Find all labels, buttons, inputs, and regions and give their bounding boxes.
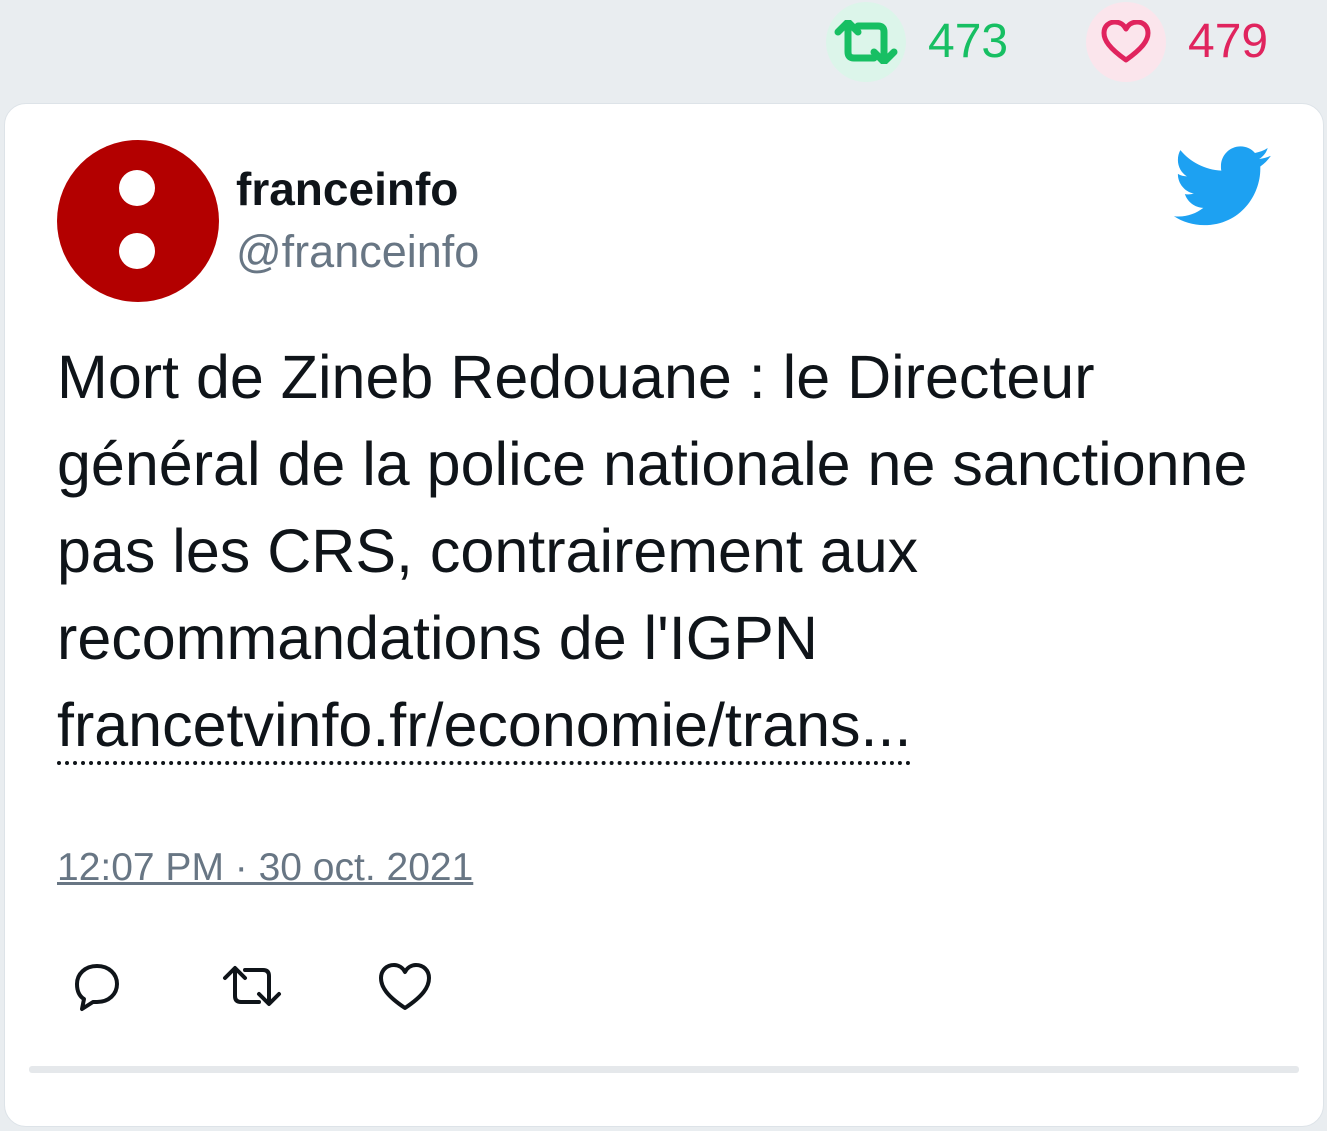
like-button[interactable] [373, 956, 443, 1026]
retweet-button[interactable] [217, 956, 287, 1026]
heart-icon[interactable] [1086, 2, 1166, 82]
author-name[interactable]: franceinfo [236, 162, 458, 216]
franceinfo-logo-dot [119, 233, 155, 269]
tweet-body: Mort de Zineb Redouane : le Directeur gé… [57, 343, 1248, 672]
article-link[interactable]: francetvinfo.fr/economie/trans... [57, 691, 912, 765]
like-stat[interactable]: 479 [1086, 2, 1268, 82]
heart-icon [379, 963, 431, 1010]
engagement-summary-bar: 473 479 [0, 0, 1327, 100]
retweet-count: 473 [928, 15, 1009, 68]
retweet-icon [223, 966, 281, 1006]
tweet-text: Mort de Zineb Redouane : le Directeur gé… [57, 334, 1287, 769]
reply-button[interactable] [67, 956, 137, 1026]
retweet-stat[interactable]: 473 [826, 2, 1008, 82]
avatar[interactable] [57, 140, 219, 302]
tweet-card[interactable]: franceinfo @franceinfo Mort de Zineb Red… [4, 103, 1324, 1127]
retweet-icon[interactable] [826, 2, 906, 82]
divider [29, 1066, 1299, 1073]
franceinfo-logo-dot [119, 170, 155, 206]
author-handle[interactable]: @franceinfo [236, 226, 479, 278]
tweet-timestamp[interactable]: 12:07 PM · 30 oct. 2021 [57, 846, 473, 890]
reply-icon [75, 964, 119, 1011]
twitter-bird-icon[interactable] [1173, 146, 1273, 228]
like-count: 479 [1188, 15, 1269, 68]
